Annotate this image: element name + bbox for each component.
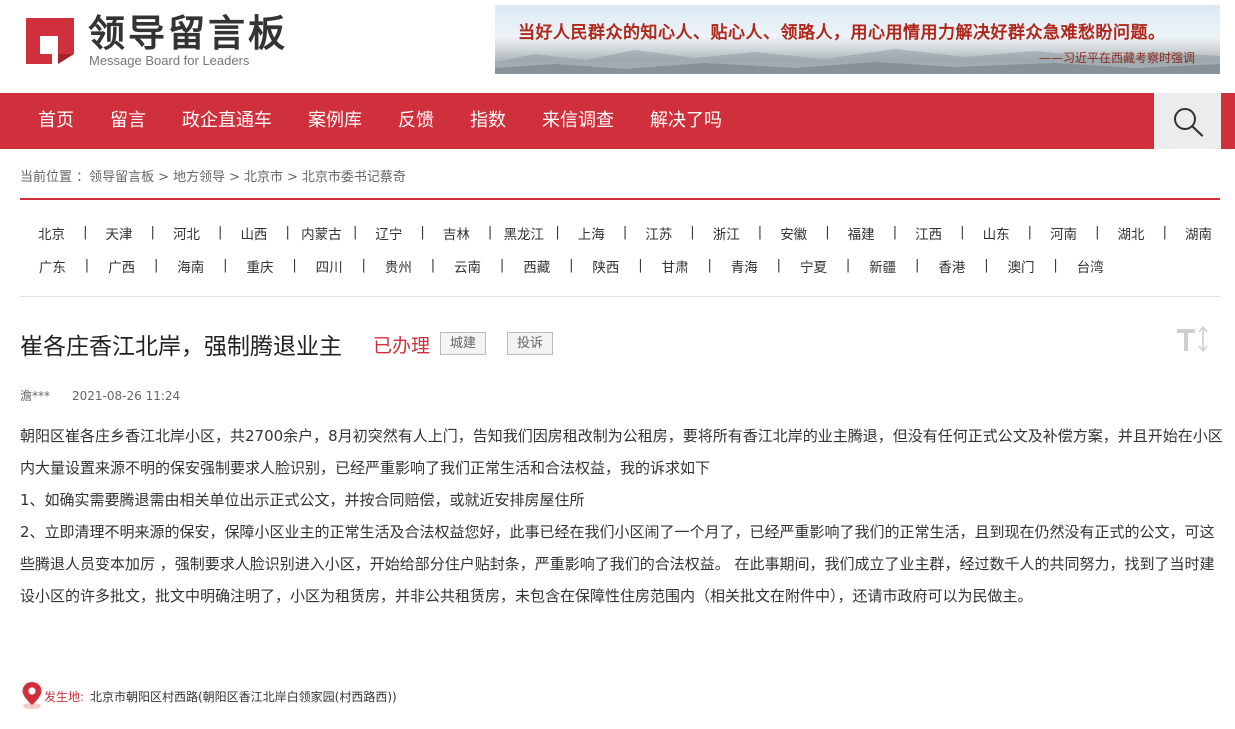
tag-category[interactable]: 城建 (440, 332, 487, 355)
province-link[interactable]: 澳门 (989, 256, 1054, 276)
breadcrumb-link[interactable]: 北京市 (244, 170, 283, 185)
nav-item[interactable]: 解决了吗 (632, 93, 740, 149)
province-link[interactable]: 西藏 (504, 256, 569, 276)
message-title: 崔各庄香江北岸，强制腾退业主 (20, 334, 342, 360)
province-row: 北京 | 天津 | 河北 | 山西 | 内蒙古 | 辽宁 | 吉林 | 黑龙江 | 上海 | 江苏 | 浙江 | 安徽 | 福建… (20, 216, 1230, 249)
site-logo[interactable]: 领导留言板 Message Board for Leaders (22, 12, 292, 70)
province-link[interactable]: 云南 (435, 256, 500, 276)
province-link[interactable]: 福建 (830, 223, 893, 243)
province-link[interactable]: 宁夏 (781, 256, 846, 276)
province-row: 广东 | 广西 | 海南 | 重庆 | 四川 | 贵州 | 云南 | 西藏 | 陕西 | 甘肃 | 青海 | 宁夏 | 新疆 | 香… (20, 249, 1230, 282)
province-list: 北京 | 天津 | 河北 | 山西 | 内蒙古 | 辽宁 | 吉林 | 黑龙江 | 上海 | 江苏 | 浙江 | 安徽 | 福建… (20, 216, 1230, 282)
content-paragraph: 2、立即清理不明来源的保安，保障小区业主的正常生活及合法权益您好，此事已经在我们… (20, 523, 1215, 605)
nav-item[interactable]: 案例库 (290, 93, 380, 149)
province-link[interactable]: 四川 (297, 256, 362, 276)
breadcrumb-separator: > (287, 170, 298, 185)
location-pin-icon (22, 682, 42, 709)
province-link[interactable]: 内蒙古 (290, 223, 353, 243)
province-link[interactable]: 海南 (158, 256, 223, 276)
status-badge: 已办理 (373, 335, 431, 357)
province-link[interactable]: 湖北 (1100, 223, 1163, 243)
breadcrumb: 当前位置 ：领导留言板 > 地方领导 > 北京市 > 北京市委书记蔡奇 (20, 166, 406, 185)
font-size-toggle[interactable] (1175, 324, 1211, 356)
content-paragraph: 朝阳区崔各庄乡香江北岸小区，共2700余户，8月初突然有人上门，告知我们因房租改… (20, 427, 1223, 477)
message-meta: 澹*** 2021-08-26 11:24 (20, 387, 180, 404)
province-link[interactable]: 辽宁 (357, 223, 420, 243)
province-link[interactable]: 北京 (20, 223, 83, 243)
nav-item[interactable]: 首页 (20, 93, 92, 149)
province-link[interactable]: 广东 (20, 256, 85, 276)
province-link[interactable]: 天津 (87, 223, 150, 243)
main-nav: 首页 留言 政企直通车 案例库 反馈 指数 来信调查 解决了吗 (0, 93, 1235, 149)
nav-item[interactable]: 反馈 (380, 93, 452, 149)
logo-subtitle: Message Board for Leaders (89, 53, 250, 68)
province-link[interactable]: 河北 (155, 223, 218, 243)
location-label: 发生地: (44, 690, 85, 704)
province-link[interactable]: 新疆 (850, 256, 915, 276)
search-button[interactable] (1154, 93, 1221, 149)
province-link[interactable]: 贵州 (366, 256, 431, 276)
font-size-icon (1177, 325, 1208, 353)
province-link[interactable]: 上海 (560, 223, 623, 243)
province-link[interactable]: 青海 (712, 256, 777, 276)
province-link[interactable]: 香港 (919, 256, 984, 276)
logo-mark-icon (26, 18, 74, 64)
banner-source-text: ——习近平在西藏考察时强调 (1038, 51, 1195, 65)
nav-item[interactable]: 政企直通车 (164, 93, 290, 149)
banner-quote-image: 当好人民群众的知心人、贴心人、领路人，用心用情用力解决好群众急难愁盼问题。 ——… (495, 5, 1220, 74)
province-link[interactable]: 湖南 (1167, 223, 1230, 243)
province-link[interactable]: 重庆 (228, 256, 293, 276)
search-icon (1174, 108, 1204, 137)
nav-item[interactable]: 来信调查 (524, 93, 632, 149)
author-name: 澹*** (20, 389, 51, 403)
province-link[interactable]: 黑龙江 (492, 223, 555, 243)
province-link[interactable]: 山东 (965, 223, 1028, 243)
logo-title: 领导留言板 (88, 12, 288, 55)
banner-quote-text: 当好人民群众的知心人、贴心人、领路人，用心用情用力解决好群众急难愁盼问题。 (518, 23, 1166, 43)
nav-item[interactable]: 留言 (92, 93, 164, 149)
divider (20, 296, 1220, 297)
province-link[interactable]: 吉林 (425, 223, 488, 243)
breadcrumb-separator: > (158, 170, 170, 185)
breadcrumb-prefix: 当前位置 ： (20, 170, 90, 185)
province-link[interactable]: 浙江 (695, 223, 758, 243)
nav-items: 首页 留言 政企直通车 案例库 反馈 指数 来信调查 解决了吗 (20, 93, 740, 149)
location-value: 北京市朝阳区村西路(朝阳区香江北岸白领家园(村西路西)) (90, 690, 397, 704)
breadcrumb-separator: > (229, 170, 240, 185)
province-link[interactable]: 江西 (897, 223, 960, 243)
divider (20, 198, 1220, 200)
province-link[interactable]: 台湾 (1058, 256, 1123, 276)
breadcrumb-link[interactable]: 北京市委书记蔡奇 (302, 170, 406, 185)
province-link[interactable]: 安徽 (762, 223, 825, 243)
province-link[interactable]: 陕西 (574, 256, 639, 276)
tag-type[interactable]: 投诉 (507, 332, 554, 355)
province-link[interactable]: 甘肃 (643, 256, 708, 276)
message-content: 朝阳区崔各庄乡香江北岸小区，共2700余户，8月初突然有人上门，告知我们因房租改… (20, 420, 1225, 612)
province-link[interactable]: 河南 (1032, 223, 1095, 243)
nav-item[interactable]: 指数 (452, 93, 524, 149)
post-date: 2021-08-26 11:24 (72, 389, 181, 403)
province-link[interactable]: 山西 (222, 223, 285, 243)
content-paragraph: 1、如确实需要腾退需由相关单位出示正式公文，并按合同赔偿，或就近安排房屋住所 (20, 491, 585, 509)
province-link[interactable]: 江苏 (627, 223, 690, 243)
breadcrumb-link[interactable]: 地方领导 (173, 170, 225, 185)
province-link[interactable]: 广西 (89, 256, 154, 276)
site-header: 领导留言板 Message Board for Leaders 当好人民群众的知… (0, 0, 1235, 93)
breadcrumb-link[interactable]: 领导留言板 (89, 170, 154, 185)
